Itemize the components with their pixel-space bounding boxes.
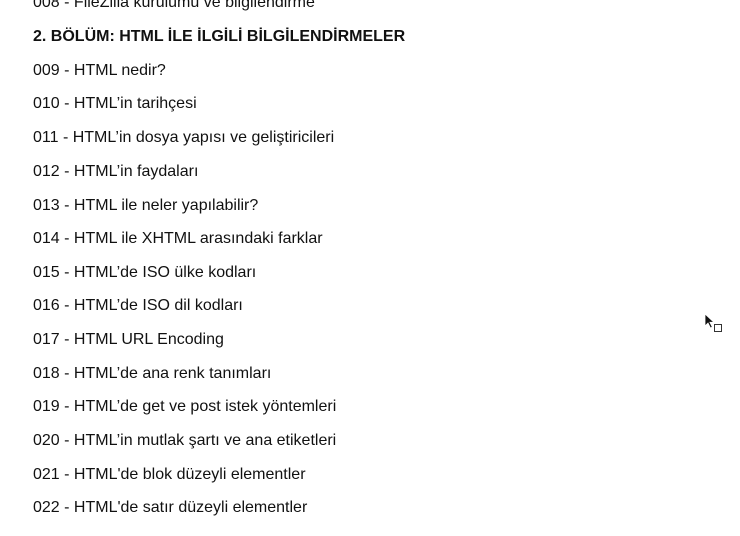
list-item: 020 - HTML’in mutlak şartı ve ana etiket…: [33, 432, 337, 449]
list-item: 016 - HTML’de ISO dil kodları: [33, 297, 243, 314]
list-item: 010 - HTML’in tarihçesi: [33, 95, 197, 112]
document-page: 008 - FileZilla kurulumu ve bilgilendirm…: [0, 0, 740, 536]
list-item: 022 - HTML'de satır düzeyli elementler: [33, 499, 308, 516]
list-item: 018 - HTML’de ana renk tanımları: [33, 365, 272, 382]
list-item-partial: 008 - FileZilla kurulumu ve bilgilendirm…: [33, 0, 315, 11]
mouse-pointer-icon: [704, 313, 722, 332]
list-item: 017 - HTML URL Encoding: [33, 331, 224, 348]
list-item: 011 - HTML’in dosya yapısı ve geliştiric…: [33, 129, 335, 146]
list-item: 021 - HTML'de blok düzeyli elementler: [33, 466, 306, 483]
list-item: 019 - HTML’de get ve post istek yöntemle…: [33, 398, 337, 415]
list-item: 013 - HTML ile neler yapılabilir?: [33, 197, 259, 214]
list-item: 009 - HTML nedir?: [33, 62, 166, 79]
section-heading: 2. BÖLÜM: HTML İLE İLGİLİ BİLGİLENDİRMEL…: [33, 28, 406, 45]
list-item: 014 - HTML ile XHTML arasındaki farklar: [33, 230, 323, 247]
list-item: 012 - HTML’in faydaları: [33, 163, 199, 180]
list-item: 015 - HTML’de ISO ülke kodları: [33, 264, 257, 281]
